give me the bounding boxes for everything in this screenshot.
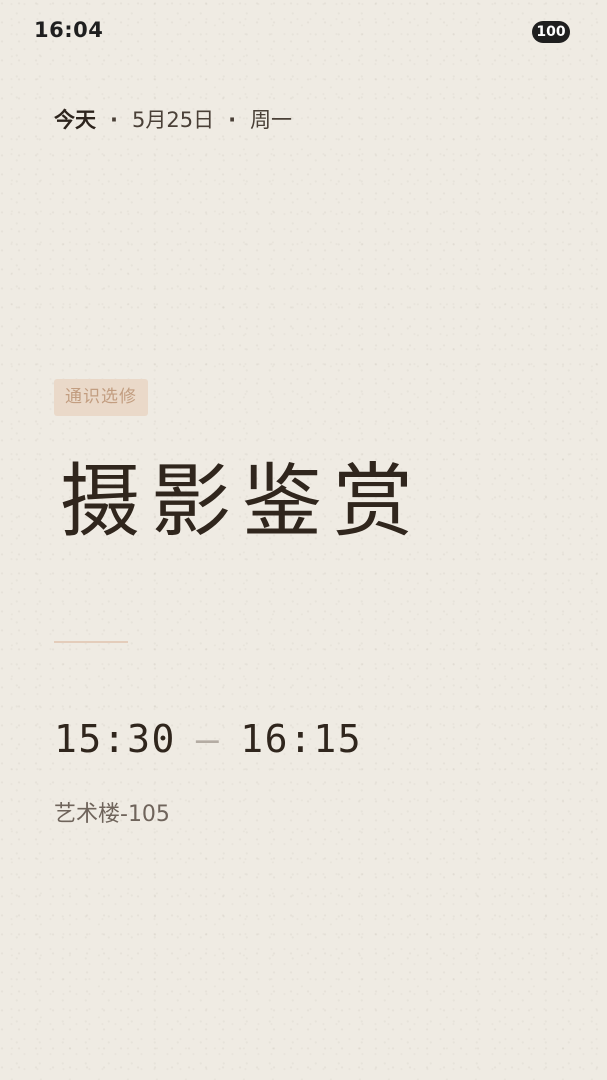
divider	[54, 641, 128, 643]
status-time: 16:04	[34, 18, 104, 42]
time-dash: —	[195, 717, 221, 761]
status-bar: 16:04 100	[0, 0, 607, 64]
course-location: 艺术楼-105	[54, 802, 170, 827]
course-category-tag: 通识选修	[54, 379, 148, 416]
date-weekday: 周一	[250, 108, 293, 132]
course-time-range: 15:30 — 16:15	[54, 714, 362, 764]
course-title: 摄影鉴赏	[60, 455, 424, 548]
battery-indicator: 100	[532, 21, 570, 43]
date-line: 今天 · 5月25日 · 周一	[54, 104, 292, 136]
start-time: 15:30	[54, 717, 176, 761]
date-separator: ·	[110, 108, 118, 132]
end-time: 16:15	[240, 717, 363, 761]
date-separator: ·	[228, 108, 237, 132]
date-today-label: 今天	[54, 108, 96, 132]
date-day: 5月25日	[131, 108, 215, 132]
